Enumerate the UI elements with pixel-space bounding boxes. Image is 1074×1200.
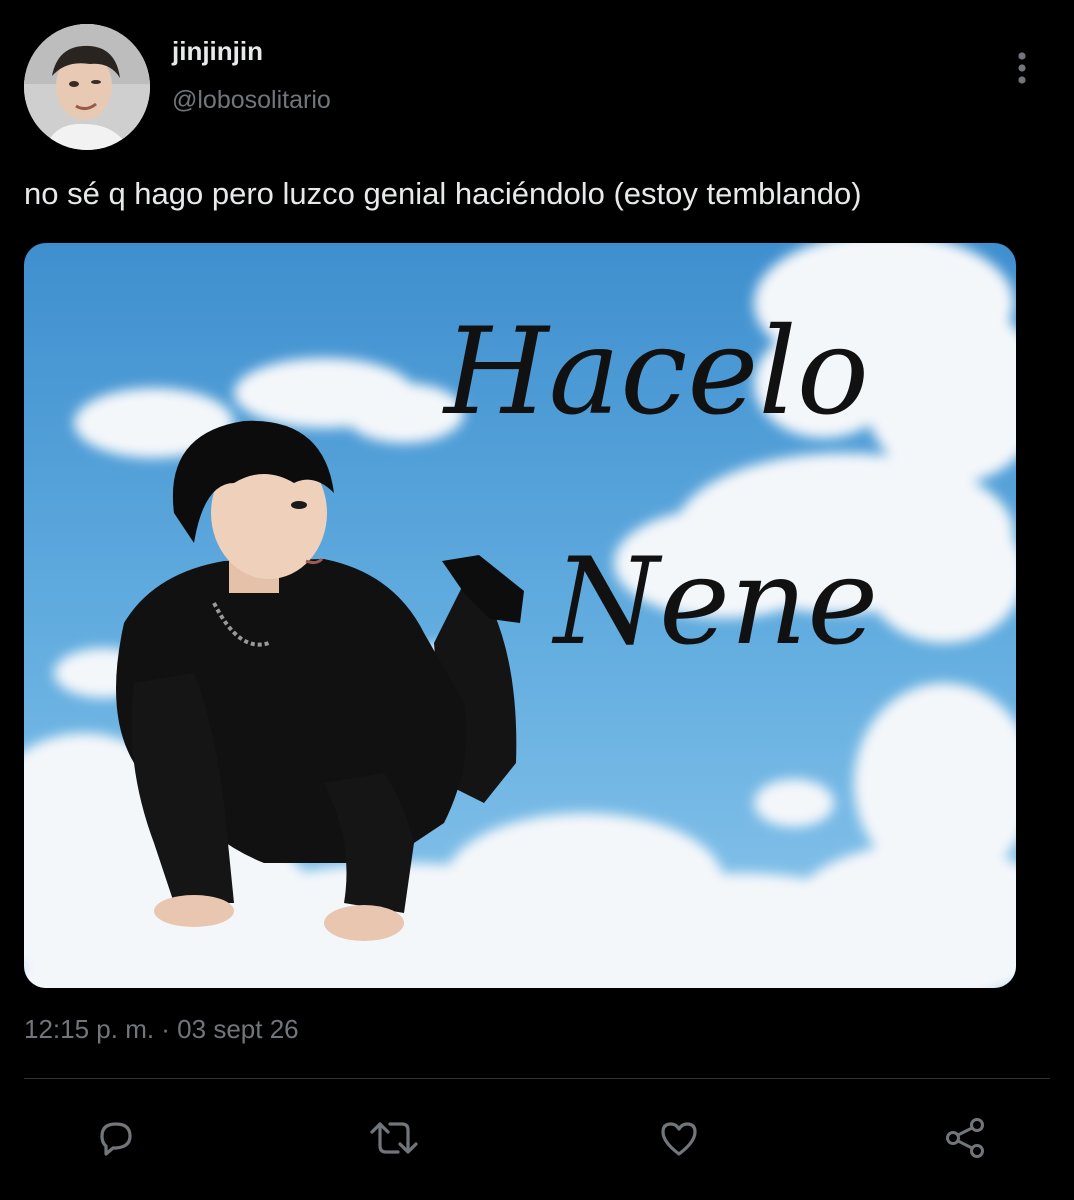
more-options-button[interactable]	[1002, 44, 1042, 92]
tweet-media-image[interactable]: Hacelo Nene	[24, 243, 1016, 988]
media-overlay-line2: Nene	[551, 533, 878, 672]
retweet-button[interactable]	[366, 1110, 422, 1166]
tweet-text: no sé q hago pero luzco genial haciéndol…	[24, 176, 862, 211]
share-button[interactable]	[937, 1110, 993, 1166]
reply-icon	[100, 1122, 132, 1156]
divider	[24, 1078, 1050, 1079]
retweet-icon	[370, 1122, 418, 1154]
more-vertical-icon	[1018, 52, 1026, 84]
reply-button[interactable]	[88, 1110, 144, 1166]
media-overlay-line1: Hacelo	[442, 303, 869, 442]
author-avatar[interactable]	[24, 24, 150, 150]
share-icon	[946, 1118, 984, 1158]
like-button[interactable]	[651, 1110, 707, 1166]
author-display-name[interactable]: jinjinjin	[172, 36, 263, 67]
tweet-timestamp[interactable]: 12:15 p. m. · 03 sept 26	[24, 1014, 299, 1045]
author-handle[interactable]: @lobosolitario	[172, 86, 331, 115]
like-icon	[661, 1122, 697, 1156]
